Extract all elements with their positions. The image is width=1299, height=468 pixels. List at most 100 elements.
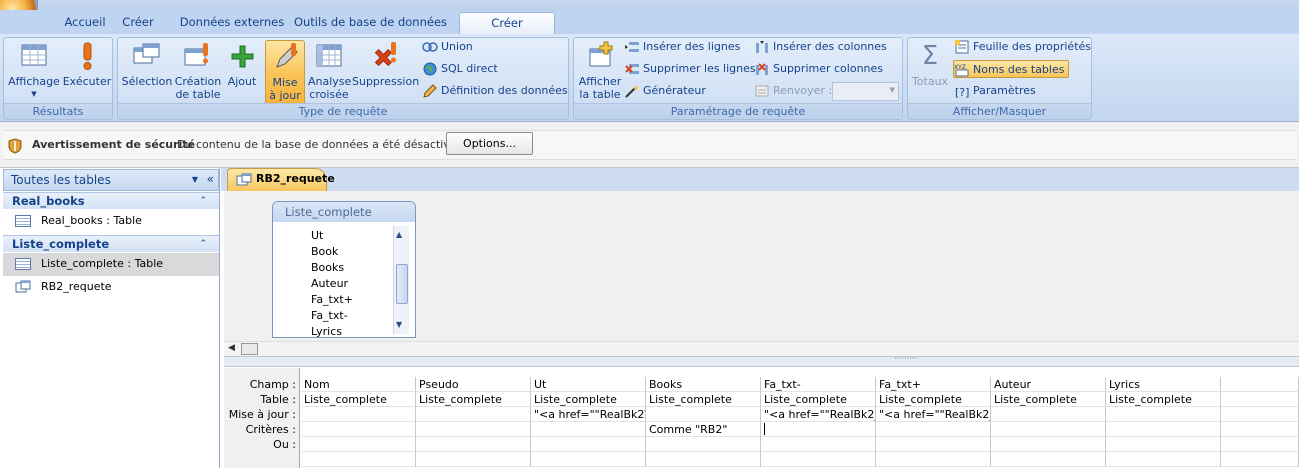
grid-cell-maj[interactable]: "<a href=""RealBk2_F	[876, 407, 991, 422]
inserer-lignes-button[interactable]: Insérer des lignes	[624, 38, 740, 56]
grid-cell-maj[interactable]	[1106, 407, 1221, 422]
grid-cell-ou[interactable]	[876, 437, 991, 452]
sql-direct-button[interactable]: SQL direct	[422, 60, 498, 78]
analyse-croisee-button[interactable]: Analyse croisée	[308, 40, 351, 101]
grid-cell-ou[interactable]	[876, 452, 991, 467]
grid-cell-ou[interactable]	[416, 452, 531, 467]
renvoyer-combobox[interactable]: ▼	[832, 82, 899, 101]
tab-creer[interactable]: Créer	[118, 12, 158, 34]
nav-header[interactable]: Toutes les tables ▼ «	[3, 169, 219, 191]
supprimer-lignes-button[interactable]: Supprimer les lignes	[624, 60, 756, 78]
grid-cell-ou[interactable]	[531, 437, 646, 452]
selection-button[interactable]: Sélection	[121, 40, 173, 88]
field-list-window[interactable]: Liste_complete Ut Book Books Auteur Fa_t…	[272, 201, 416, 338]
grid-cell-ou[interactable]	[1106, 452, 1221, 467]
generateur-button[interactable]: Générateur	[624, 82, 706, 100]
feuille-proprietes-button[interactable]: Feuille des propriétés	[954, 38, 1091, 56]
grid-cell-empty[interactable]	[1221, 407, 1299, 422]
grid-cell-criteres[interactable]	[531, 422, 646, 437]
nav-group-real-books[interactable]: Real_books ⌃	[3, 192, 219, 209]
grid-cell-table[interactable]: Liste_complete	[646, 392, 761, 407]
parametres-button[interactable]: [?] Paramètres	[954, 82, 1036, 100]
grid-cell-ou[interactable]	[416, 437, 531, 452]
field-list-item[interactable]: Fa_txt-	[311, 308, 348, 324]
grid-cell-criteres[interactable]: Comme "RB2"	[646, 422, 761, 437]
affichage-button[interactable]: Affichage ▼	[8, 40, 60, 101]
field-list-item[interactable]: Lyrics	[311, 324, 342, 340]
grid-cell-empty[interactable]	[1221, 437, 1299, 452]
grid-cell-ou[interactable]	[301, 452, 416, 467]
field-list-item[interactable]: Book	[311, 244, 338, 260]
field-list-item[interactable]: Auteur	[311, 276, 348, 292]
chevron-up-icon[interactable]: ⌃	[199, 193, 207, 209]
field-list-title[interactable]: Liste_complete	[273, 202, 415, 222]
tab-accueil[interactable]: Accueil	[50, 12, 120, 34]
grid-cell-table[interactable]: Liste_complete	[416, 392, 531, 407]
grid-cell-ou[interactable]	[991, 452, 1106, 467]
grid-cell-criteres[interactable]	[301, 422, 416, 437]
supprimer-colonnes-button[interactable]: Supprimer colonnes	[754, 60, 883, 78]
grid-cell-ou[interactable]	[1106, 437, 1221, 452]
grid-cell-ou[interactable]	[531, 452, 646, 467]
grid-cell-criteres[interactable]	[416, 422, 531, 437]
grid-cell-champ[interactable]: Pseudo	[416, 377, 531, 392]
grid-cell-empty[interactable]	[1221, 452, 1299, 467]
nav-item-liste-complete-table[interactable]: Liste_complete : Table	[3, 253, 219, 276]
noms-tables-button[interactable]: XYZ Noms des tables	[953, 60, 1070, 78]
grid-cell-champ[interactable]: Auteur	[991, 377, 1106, 392]
grid-cell-maj[interactable]	[416, 407, 531, 422]
grid-cell-empty[interactable]	[1221, 377, 1299, 392]
tab-outils-bdd[interactable]: Outils de base de données	[293, 12, 448, 34]
chevron-up-icon[interactable]: ⌃	[199, 236, 207, 252]
grid-cell-champ[interactable]: Ut	[531, 377, 646, 392]
union-button[interactable]: Union	[422, 38, 473, 56]
grid-cell-maj[interactable]	[991, 407, 1106, 422]
scroll-thumb[interactable]	[396, 264, 408, 304]
grid-cell-table[interactable]: Liste_complete	[761, 392, 876, 407]
grid-cell-maj[interactable]: "<a href=""RealBk2\"	[531, 407, 646, 422]
scroll-up-icon[interactable]: ▲	[396, 230, 402, 239]
collapse-pane-icon[interactable]: «	[207, 169, 214, 189]
grid-cell-champ[interactable]: Books	[646, 377, 761, 392]
grid-cell-champ[interactable]: Fa_txt+	[876, 377, 991, 392]
options-button[interactable]: Options...	[446, 132, 533, 155]
document-tab-rb2-requete[interactable]: RB2_requete	[227, 168, 335, 191]
field-list-item[interactable]: Ut	[311, 228, 323, 244]
totaux-button[interactable]: Σ Totaux	[911, 40, 949, 88]
scroll-down-icon[interactable]: ▼	[396, 320, 402, 329]
grid-cell-ou[interactable]	[646, 437, 761, 452]
creation-table-button[interactable]: Création de table	[173, 40, 223, 101]
tab-creer-active[interactable]: Créer	[459, 12, 555, 34]
grid-cell-ou[interactable]	[301, 437, 416, 452]
scroll-left-icon[interactable]: ◀	[228, 343, 235, 353]
grid-cell-table[interactable]: Liste_complete	[991, 392, 1106, 407]
suppression-button[interactable]: Suppression	[352, 40, 419, 88]
mise-a-jour-button[interactable]: Mise à jour	[265, 40, 305, 105]
horizontal-scrollbar[interactable]: ◀	[224, 341, 1299, 356]
grid-cell-ou[interactable]	[761, 452, 876, 467]
grid-cell-empty[interactable]	[1221, 392, 1299, 407]
grid-cell-table[interactable]: Liste_complete	[1106, 392, 1221, 407]
field-list-item[interactable]: Books	[311, 260, 344, 276]
nav-item-rb2-requete[interactable]: RB2_requete	[3, 276, 219, 299]
nav-group-liste-complete[interactable]: Liste_complete ⌃	[3, 235, 219, 252]
grid-cell-criteres[interactable]	[761, 422, 876, 437]
grid-cell-table[interactable]: Liste_complete	[531, 392, 646, 407]
grid-cell-maj[interactable]	[301, 407, 416, 422]
grid-cell-maj[interactable]: "<a href=""RealBk2_F	[761, 407, 876, 422]
splitter-grip-icon[interactable]: ·········	[894, 354, 917, 363]
grid-cell-empty[interactable]	[1221, 422, 1299, 437]
grid-cell-table[interactable]: Liste_complete	[876, 392, 991, 407]
definition-donnees-button[interactable]: Définition des données	[422, 82, 568, 100]
grid-cell-maj[interactable]	[646, 407, 761, 422]
field-list-scrollbar[interactable]: ▲ ▼	[393, 226, 409, 334]
scroll-thumb[interactable]	[241, 343, 258, 355]
afficher-table-button[interactable]: Afficher la table	[577, 40, 623, 101]
grid-cell-criteres[interactable]	[991, 422, 1106, 437]
grid-cell-champ[interactable]: Fa_txt-	[761, 377, 876, 392]
grid-cell-ou[interactable]	[761, 437, 876, 452]
nav-item-real-books-table[interactable]: Real_books : Table	[3, 210, 219, 233]
field-list-item[interactable]: Fa_txt+	[311, 292, 353, 308]
ajout-button[interactable]: Ajout	[224, 40, 260, 88]
grid-cell-champ[interactable]: Lyrics	[1106, 377, 1221, 392]
